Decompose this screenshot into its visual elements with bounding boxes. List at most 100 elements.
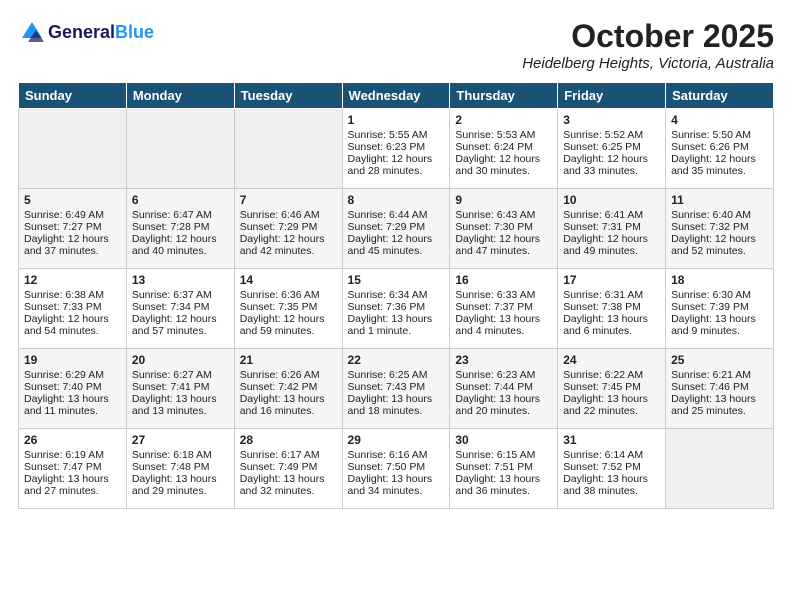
day-info-line: Sunrise: 6:16 AM: [348, 449, 445, 461]
calendar-day-cell: 12Sunrise: 6:38 AMSunset: 7:33 PMDayligh…: [19, 269, 127, 349]
logo-general-text: General: [48, 22, 115, 42]
day-info-line: and 34 minutes.: [348, 485, 445, 497]
day-info-line: Sunset: 7:48 PM: [132, 461, 229, 473]
day-info-line: Sunset: 6:24 PM: [455, 141, 552, 153]
day-info-line: and 36 minutes.: [455, 485, 552, 497]
day-info-line: Sunrise: 6:14 AM: [563, 449, 660, 461]
day-info-line: Sunset: 7:37 PM: [455, 301, 552, 313]
day-number: 19: [24, 353, 121, 367]
day-info-line: Daylight: 13 hours: [240, 393, 337, 405]
day-info-line: Sunrise: 6:46 AM: [240, 209, 337, 221]
day-info-line: Sunrise: 5:52 AM: [563, 129, 660, 141]
day-info-line: Sunset: 7:46 PM: [671, 381, 768, 393]
day-info-line: Sunrise: 6:36 AM: [240, 289, 337, 301]
day-info-line: and 30 minutes.: [455, 165, 552, 177]
calendar-day-cell: 2Sunrise: 5:53 AMSunset: 6:24 PMDaylight…: [450, 109, 558, 189]
day-info-line: Sunrise: 6:30 AM: [671, 289, 768, 301]
day-info-line: and 20 minutes.: [455, 405, 552, 417]
day-info-line: Daylight: 12 hours: [563, 233, 660, 245]
day-info-line: Sunrise: 6:31 AM: [563, 289, 660, 301]
day-info-line: Daylight: 13 hours: [563, 473, 660, 485]
day-info-line: Sunset: 7:38 PM: [563, 301, 660, 313]
day-number: 10: [563, 193, 660, 207]
day-info-line: and 28 minutes.: [348, 165, 445, 177]
calendar-day-cell: 16Sunrise: 6:33 AMSunset: 7:37 PMDayligh…: [450, 269, 558, 349]
day-info-line: and 22 minutes.: [563, 405, 660, 417]
day-number: 29: [348, 433, 445, 447]
day-info-line: Daylight: 13 hours: [132, 393, 229, 405]
day-info-line: and 1 minute.: [348, 325, 445, 337]
logo-blue-text: Blue: [115, 22, 154, 42]
day-info-line: and 18 minutes.: [348, 405, 445, 417]
day-info-line: Sunrise: 6:25 AM: [348, 369, 445, 381]
day-info-line: Sunset: 7:30 PM: [455, 221, 552, 233]
calendar-day-header: Monday: [126, 83, 234, 109]
day-info-line: Sunset: 7:28 PM: [132, 221, 229, 233]
calendar-day-cell: 25Sunrise: 6:21 AMSunset: 7:46 PMDayligh…: [666, 349, 774, 429]
calendar-day-header: Saturday: [666, 83, 774, 109]
calendar-day-cell: [126, 109, 234, 189]
day-info-line: Sunrise: 5:55 AM: [348, 129, 445, 141]
day-info-line: Sunset: 7:44 PM: [455, 381, 552, 393]
day-info-line: Daylight: 12 hours: [563, 153, 660, 165]
day-info-line: Daylight: 13 hours: [132, 473, 229, 485]
day-info-line: Daylight: 13 hours: [24, 393, 121, 405]
day-info-line: Sunrise: 6:19 AM: [24, 449, 121, 461]
calendar-day-cell: 27Sunrise: 6:18 AMSunset: 7:48 PMDayligh…: [126, 429, 234, 509]
day-info-line: and 47 minutes.: [455, 245, 552, 257]
day-number: 21: [240, 353, 337, 367]
day-info-line: Sunrise: 6:49 AM: [24, 209, 121, 221]
day-info-line: Sunrise: 6:38 AM: [24, 289, 121, 301]
day-info-line: Sunrise: 5:50 AM: [671, 129, 768, 141]
day-number: 30: [455, 433, 552, 447]
day-number: 25: [671, 353, 768, 367]
calendar-day-cell: 10Sunrise: 6:41 AMSunset: 7:31 PMDayligh…: [558, 189, 666, 269]
calendar-day-cell: [666, 429, 774, 509]
calendar-day-cell: 29Sunrise: 6:16 AMSunset: 7:50 PMDayligh…: [342, 429, 450, 509]
calendar-header-row: SundayMondayTuesdayWednesdayThursdayFrid…: [19, 83, 774, 109]
day-info-line: Sunset: 7:29 PM: [240, 221, 337, 233]
day-info-line: and 13 minutes.: [132, 405, 229, 417]
day-info-line: and 32 minutes.: [240, 485, 337, 497]
day-info-line: and 35 minutes.: [671, 165, 768, 177]
day-info-line: Daylight: 13 hours: [563, 393, 660, 405]
day-info-line: Sunrise: 6:21 AM: [671, 369, 768, 381]
day-info-line: and 27 minutes.: [24, 485, 121, 497]
day-info-line: Sunset: 7:42 PM: [240, 381, 337, 393]
day-number: 23: [455, 353, 552, 367]
day-number: 28: [240, 433, 337, 447]
day-info-line: Sunset: 7:49 PM: [240, 461, 337, 473]
day-number: 27: [132, 433, 229, 447]
calendar-day-header: Thursday: [450, 83, 558, 109]
day-info-line: Sunrise: 6:43 AM: [455, 209, 552, 221]
day-info-line: Daylight: 12 hours: [24, 313, 121, 325]
day-info-line: and 59 minutes.: [240, 325, 337, 337]
calendar-week-row: 1Sunrise: 5:55 AMSunset: 6:23 PMDaylight…: [19, 109, 774, 189]
day-number: 31: [563, 433, 660, 447]
calendar-day-cell: 8Sunrise: 6:44 AMSunset: 7:29 PMDaylight…: [342, 189, 450, 269]
day-info-line: Daylight: 12 hours: [132, 233, 229, 245]
day-info-line: Daylight: 12 hours: [671, 153, 768, 165]
day-info-line: Daylight: 12 hours: [348, 153, 445, 165]
day-info-line: Sunset: 7:34 PM: [132, 301, 229, 313]
day-info-line: Sunset: 7:35 PM: [240, 301, 337, 313]
location: Heidelberg Heights, Victoria, Australia: [522, 55, 774, 72]
day-info-line: and 25 minutes.: [671, 405, 768, 417]
day-info-line: Daylight: 12 hours: [24, 233, 121, 245]
calendar-day-cell: 9Sunrise: 6:43 AMSunset: 7:30 PMDaylight…: [450, 189, 558, 269]
day-info-line: Sunset: 7:31 PM: [563, 221, 660, 233]
day-info-line: Daylight: 13 hours: [348, 313, 445, 325]
day-number: 1: [348, 113, 445, 127]
calendar-day-cell: 15Sunrise: 6:34 AMSunset: 7:36 PMDayligh…: [342, 269, 450, 349]
day-info-line: Sunrise: 6:26 AM: [240, 369, 337, 381]
day-info-line: Daylight: 13 hours: [455, 473, 552, 485]
calendar-body: 1Sunrise: 5:55 AMSunset: 6:23 PMDaylight…: [19, 109, 774, 509]
day-number: 5: [24, 193, 121, 207]
day-info-line: and 29 minutes.: [132, 485, 229, 497]
day-number: 3: [563, 113, 660, 127]
calendar-day-header: Friday: [558, 83, 666, 109]
calendar-day-cell: 20Sunrise: 6:27 AMSunset: 7:41 PMDayligh…: [126, 349, 234, 429]
day-info-line: Sunset: 6:26 PM: [671, 141, 768, 153]
day-number: 11: [671, 193, 768, 207]
calendar: SundayMondayTuesdayWednesdayThursdayFrid…: [18, 82, 774, 509]
